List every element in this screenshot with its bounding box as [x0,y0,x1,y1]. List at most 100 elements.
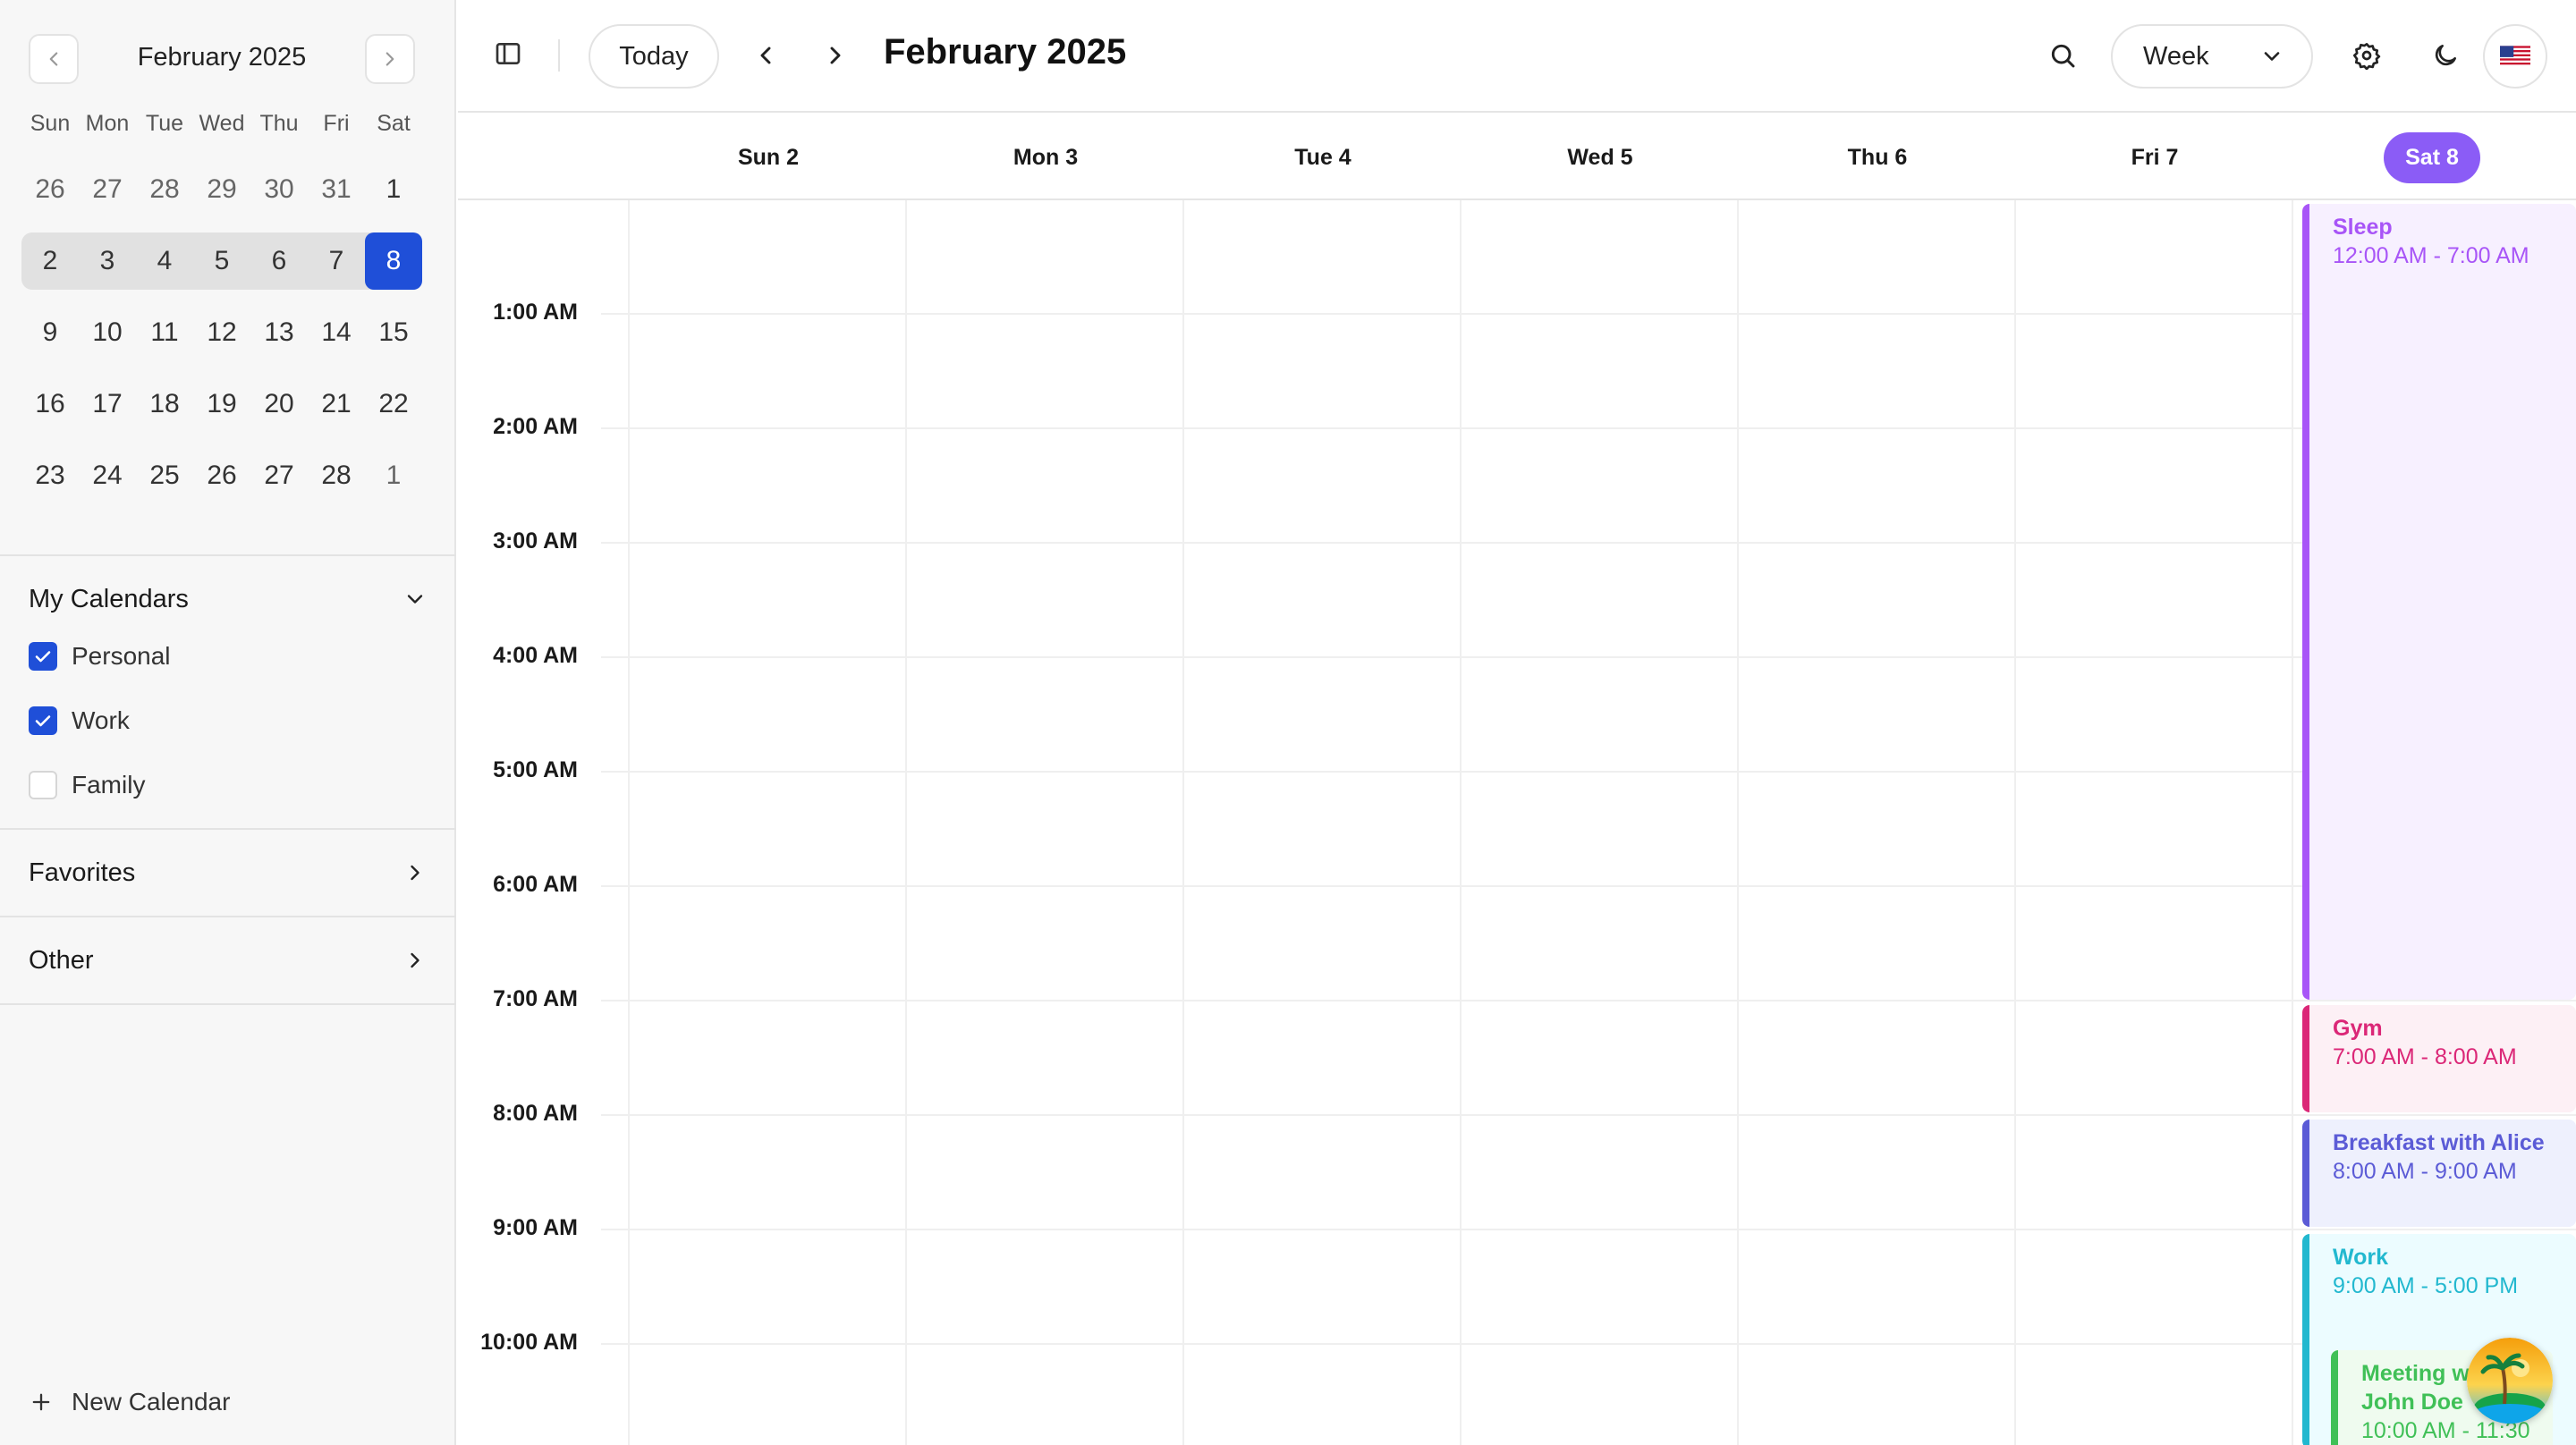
time-label: 1:00 AM [493,300,578,325]
day-header-sun[interactable]: Sun 2 [630,114,907,200]
mini-calendar-day[interactable]: 15 [365,304,422,361]
event-color-bar [2302,1120,2309,1227]
mini-calendar-day[interactable]: 20 [250,376,308,433]
hour-line [601,313,2576,315]
mini-calendar-day[interactable]: 2 [21,232,79,290]
hour-line [601,542,2576,544]
mini-calendar-day[interactable]: 17 [79,376,136,433]
mini-calendar-day[interactable]: 22 [365,376,422,433]
day-header-wed[interactable]: Wed 5 [1462,114,1739,200]
mini-calendar-day[interactable]: 26 [21,161,79,218]
mini-calendar-day[interactable]: 30 [250,161,308,218]
view-select[interactable]: Week [2111,24,2313,89]
column-divider [1737,200,1739,1445]
day-header-thu[interactable]: Thu 6 [1739,114,2016,200]
chevron-left-icon [760,46,771,64]
day-header-label: Wed 5 [1567,144,1633,170]
chevron-right-icon [411,865,419,881]
mini-calendar-day[interactable]: 1 [365,161,422,218]
event-gym[interactable]: Gym 7:00 AM - 8:00 AM [2302,1005,2576,1112]
assistant-avatar-button[interactable] [2467,1338,2553,1424]
mini-calendar-day[interactable]: 9 [21,304,79,361]
day-header-fri[interactable]: Fri 7 [2016,114,2293,200]
view-select-value: Week [2143,41,2209,71]
chevron-right-icon [411,952,419,968]
favorites-toggle[interactable]: Favorites [29,853,428,892]
mini-calendar-day[interactable]: 19 [193,376,250,433]
new-calendar-label: New Calendar [72,1388,231,1415]
time-label: 8:00 AM [493,1101,578,1126]
event-color-bar [2302,1005,2309,1112]
other-toggle[interactable]: Other [29,941,428,980]
mini-calendar-week-selected: 2 3 4 5 6 7 8 [21,232,422,290]
language-button[interactable] [2483,24,2547,89]
time-label: 6:00 AM [493,872,578,897]
mini-calendar-day[interactable]: 11 [136,304,193,361]
theme-toggle-button[interactable] [2428,38,2463,73]
event-time: 8:00 AM - 9:00 AM [2333,1159,2517,1184]
mini-calendar-next-button[interactable] [365,34,415,84]
chevron-right-icon [386,52,394,66]
mini-calendar-day[interactable]: 14 [308,304,365,361]
mini-calendar-day[interactable]: 25 [136,447,193,504]
mini-calendar-day[interactable]: 28 [136,161,193,218]
event-color-bar [2302,1234,2309,1445]
mini-calendar-day[interactable]: 29 [193,161,250,218]
mini-calendar-day[interactable]: 10 [79,304,136,361]
mini-calendar-day[interactable]: 16 [21,376,79,433]
personal-checkbox[interactable] [29,642,57,671]
mini-calendar-day[interactable]: 26 [193,447,250,504]
search-button[interactable] [2045,38,2080,73]
day-header-tue[interactable]: Tue 4 [1184,114,1462,200]
event-breakfast-with-alice[interactable]: Breakfast with Alice 8:00 AM - 9:00 AM [2302,1120,2576,1227]
mini-calendar-prev-button[interactable] [29,34,79,84]
week-time-grid[interactable]: 1:00 AM 2:00 AM 3:00 AM 4:00 AM 5:00 AM … [458,200,2576,1445]
time-label: 9:00 AM [493,1215,578,1240]
calendar-item-work[interactable]: Work [29,703,130,739]
today-button[interactable]: Today [589,24,719,89]
mini-calendar-day[interactable]: 12 [193,304,250,361]
time-label: 4:00 AM [493,643,578,668]
next-week-button[interactable] [819,39,852,72]
mini-calendar-day[interactable]: 31 [308,161,365,218]
event-title: Sleep [2333,215,2393,240]
mini-calendar-day[interactable]: 24 [79,447,136,504]
mini-calendar-day[interactable]: 18 [136,376,193,433]
mini-calendar-day[interactable]: 7 [308,232,365,290]
new-calendar-button[interactable]: New Calendar [29,1384,230,1420]
event-time: 12:00 AM - 7:00 AM [2333,243,2529,268]
mini-calendar-day-today[interactable]: 8 [365,232,422,290]
mini-calendar-day[interactable]: 5 [193,232,250,290]
mini-calendar-day[interactable]: 23 [21,447,79,504]
divider [0,828,456,830]
sidebar-toggle-button[interactable] [490,36,526,72]
day-header-sat-today[interactable]: Sat 8 [2293,114,2571,200]
day-header-label-today: Sat 8 [2384,131,2480,183]
calendar-item-family[interactable]: Family [29,767,145,803]
event-sleep[interactable]: Sleep 12:00 AM - 7:00 AM [2302,204,2576,1000]
event-color-bar [2331,1350,2338,1445]
day-header-label: Thu 6 [1847,144,1908,170]
work-checkbox[interactable] [29,706,57,735]
my-calendars-toggle[interactable]: My Calendars [29,579,428,619]
mini-calendar-day[interactable]: 27 [250,447,308,504]
family-checkbox[interactable] [29,771,57,799]
settings-button[interactable] [2349,38,2385,73]
time-label: 2:00 AM [493,414,578,439]
mini-calendar-day[interactable]: 28 [308,447,365,504]
mini-calendar-day[interactable]: 21 [308,376,365,433]
mini-calendar-day[interactable]: 27 [79,161,136,218]
previous-week-button[interactable] [750,39,782,72]
weekday-label: Fri [323,111,350,136]
day-header-mon[interactable]: Mon 3 [907,114,1184,200]
hour-line [601,885,2576,887]
sidebar-panel-icon [496,43,521,64]
divider [0,554,456,556]
calendar-item-personal[interactable]: Personal [29,638,171,674]
mini-calendar-day[interactable]: 13 [250,304,308,361]
search-icon [2051,44,2075,68]
mini-calendar-day[interactable]: 1 [365,447,422,504]
mini-calendar-day[interactable]: 6 [250,232,308,290]
mini-calendar-day[interactable]: 3 [79,232,136,290]
mini-calendar-day[interactable]: 4 [136,232,193,290]
